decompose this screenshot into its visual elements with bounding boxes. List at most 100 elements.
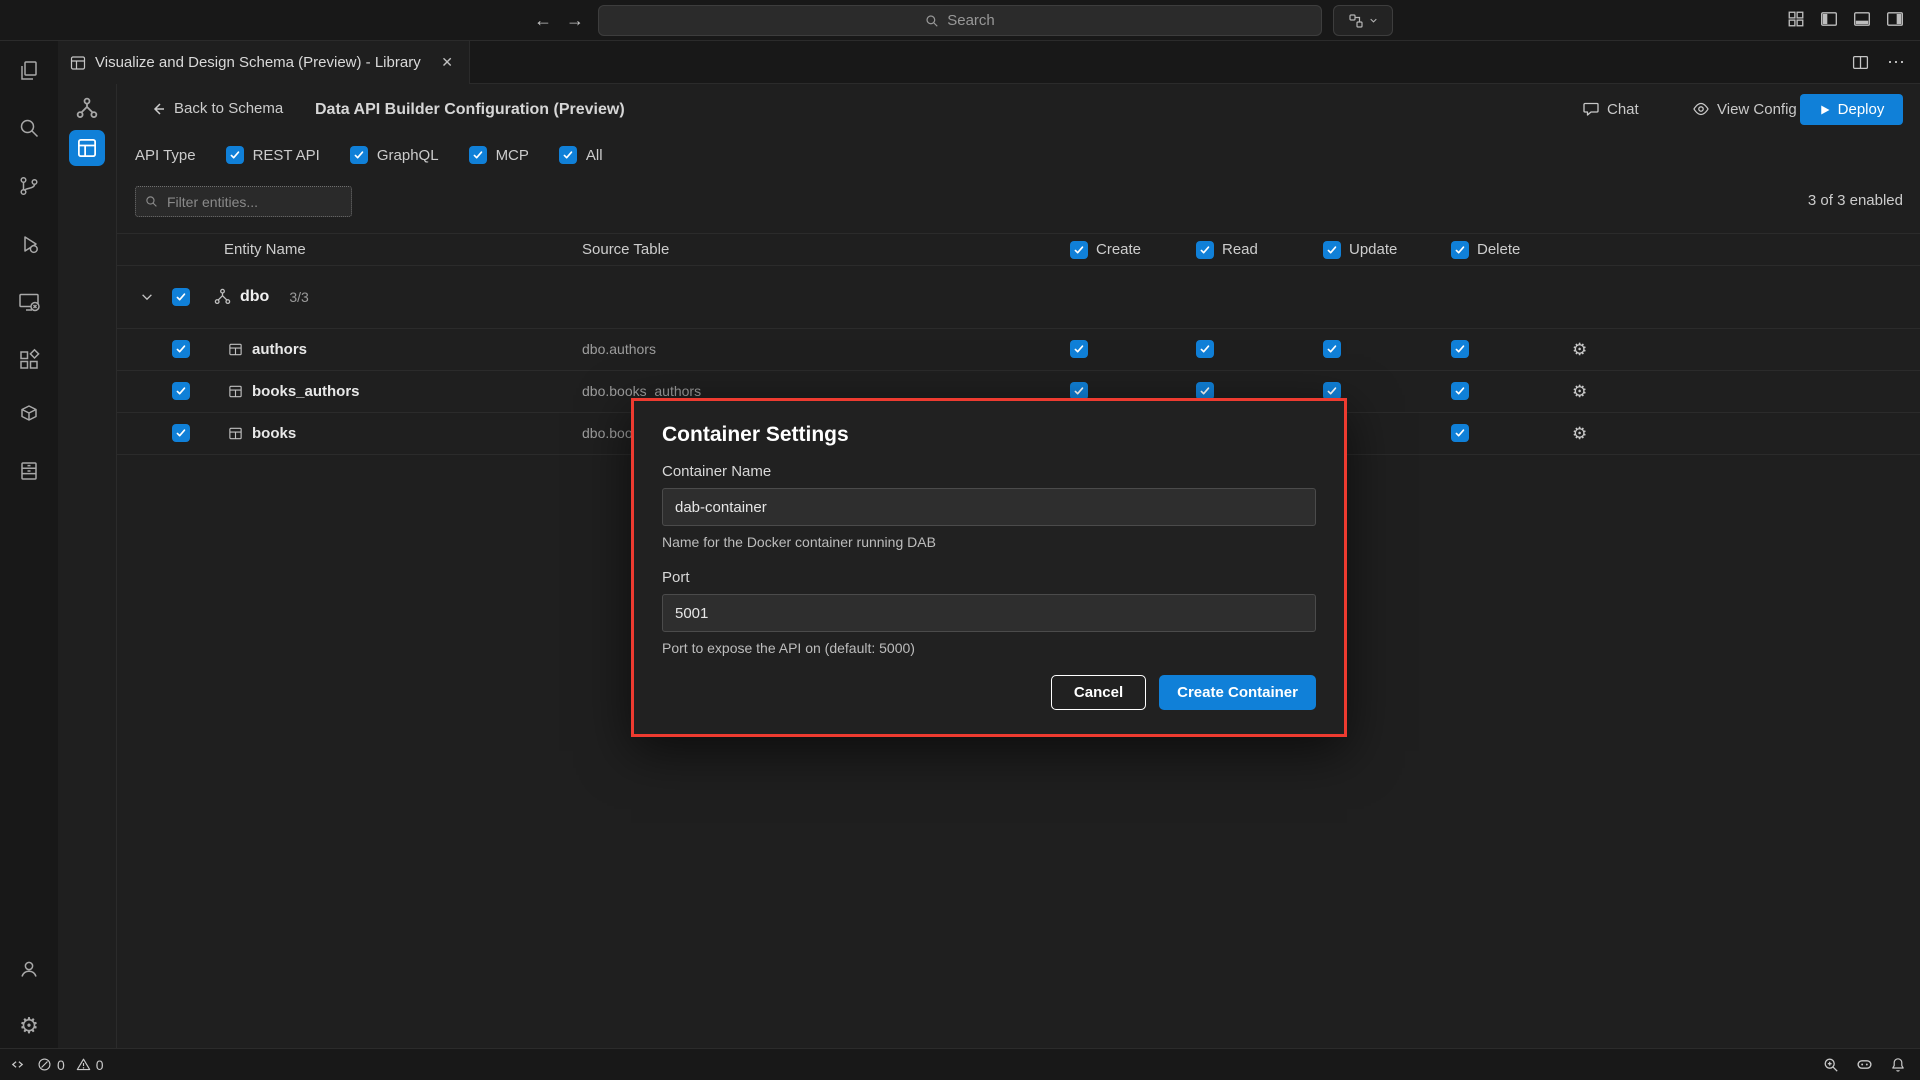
eye-icon <box>1692 100 1710 118</box>
row-settings-gear-icon[interactable]: ⚙ <box>1572 341 1587 358</box>
page-title: Data API Builder Configuration (Preview) <box>315 101 625 119</box>
settings-gear-icon[interactable]: ⚙ <box>16 1013 42 1039</box>
warning-icon <box>76 1057 91 1072</box>
schema-hierarchy-icon <box>214 288 231 305</box>
group-count: 3/3 <box>289 289 308 305</box>
schema-diagram-icon[interactable] <box>76 97 98 119</box>
row-checkbox[interactable] <box>172 382 190 400</box>
graphql-checkbox[interactable] <box>350 146 368 164</box>
table-icon <box>228 342 243 357</box>
toggle-panel-icon[interactable] <box>1853 10 1871 28</box>
cancel-button[interactable]: Cancel <box>1051 675 1146 710</box>
zoom-indicator[interactable] <box>1823 1057 1839 1073</box>
chat-button[interactable]: Chat <box>1582 100 1639 118</box>
tab-close-icon[interactable]: ✕ <box>437 52 457 73</box>
database-cube-icon[interactable] <box>16 402 42 428</box>
row-checkbox[interactable] <box>172 340 190 358</box>
back-to-schema-link[interactable]: Back to Schema <box>150 100 283 117</box>
container-name-help: Name for the Docker container running DA… <box>662 534 1316 550</box>
collapse-chevron-icon[interactable] <box>140 290 154 304</box>
row-checkbox[interactable] <box>172 424 190 442</box>
search-icon <box>145 195 158 208</box>
search-sidebar-icon[interactable] <box>16 115 42 141</box>
table-icon <box>228 426 243 441</box>
delete-checkbox[interactable] <box>1451 340 1469 358</box>
delete-checkbox[interactable] <box>1451 382 1469 400</box>
all-checkbox[interactable] <box>559 146 577 164</box>
entity-name: books <box>252 425 296 442</box>
port-help: Port to expose the API on (default: 5000… <box>662 640 1316 656</box>
all-option[interactable]: All <box>559 146 603 164</box>
group-name: dbo <box>240 288 269 306</box>
schema-group-row[interactable]: dbo 3/3 <box>117 265 1920 329</box>
row-settings-gear-icon[interactable]: ⚙ <box>1572 425 1587 442</box>
notifications-indicator[interactable] <box>1890 1057 1906 1073</box>
read-all-checkbox[interactable] <box>1196 241 1214 259</box>
entity-name-header: Entity Name <box>224 241 306 258</box>
mcp-checkbox[interactable] <box>469 146 487 164</box>
more-actions-icon[interactable]: ⋯ <box>1887 52 1906 73</box>
dialog-actions: Cancel Create Container <box>662 675 1316 710</box>
explorer-icon[interactable] <box>16 58 42 84</box>
all-label: All <box>586 147 603 164</box>
entity-row-authors[interactable]: authors dbo.authors ⚙ <box>117 328 1920 371</box>
designer-mini-sidebar <box>58 84 117 1048</box>
forward-arrow-icon[interactable]: → <box>562 7 588 33</box>
delete-all-checkbox[interactable] <box>1451 241 1469 259</box>
session-dropdown[interactable] <box>1333 5 1393 36</box>
back-arrow-icon <box>150 101 166 117</box>
mcp-option[interactable]: MCP <box>469 146 529 164</box>
entity-config-view-button[interactable] <box>69 130 105 166</box>
group-checkbox[interactable] <box>172 288 190 306</box>
deploy-button[interactable]: Deploy <box>1800 94 1903 125</box>
extensions-icon[interactable] <box>16 347 42 373</box>
filter-entities-input[interactable] <box>165 193 342 211</box>
rest-api-option[interactable]: REST API <box>226 146 320 164</box>
update-all-checkbox[interactable] <box>1323 241 1341 259</box>
api-type-row: API Type REST API GraphQL MCP All <box>135 142 603 168</box>
back-arrow-icon[interactable]: ← <box>530 7 556 33</box>
chat-icon <box>1582 100 1600 118</box>
rest-api-checkbox[interactable] <box>226 146 244 164</box>
schema-designer-tab-icon <box>70 55 86 71</box>
view-config-label: View Config <box>1717 101 1797 118</box>
chevron-down-icon <box>1369 16 1378 25</box>
bell-icon <box>1890 1057 1906 1073</box>
remote-window-icon <box>10 1057 25 1072</box>
run-debug-icon[interactable] <box>16 231 42 257</box>
create-container-button[interactable]: Create Container <box>1159 675 1316 710</box>
entity-source: dbo.authors <box>582 341 656 357</box>
command-center-search[interactable]: Search <box>598 5 1322 36</box>
customize-layout-icon[interactable] <box>1787 10 1805 28</box>
toggle-secondary-sidebar-icon[interactable] <box>1886 10 1904 28</box>
view-config-button[interactable]: View Config <box>1692 100 1797 118</box>
database-projects-icon[interactable] <box>16 458 42 484</box>
create-checkbox[interactable] <box>1070 340 1088 358</box>
remote-indicator[interactable] <box>10 1057 25 1072</box>
update-checkbox[interactable] <box>1323 340 1341 358</box>
create-all-checkbox[interactable] <box>1070 241 1088 259</box>
read-checkbox[interactable] <box>1196 340 1214 358</box>
chat-label: Chat <box>1607 101 1639 118</box>
accounts-icon[interactable] <box>16 956 42 982</box>
problems-indicator[interactable]: 0 0 <box>37 1057 104 1073</box>
copilot-indicator[interactable] <box>1856 1056 1873 1073</box>
warning-count: 0 <box>96 1057 104 1073</box>
source-control-icon[interactable] <box>16 173 42 199</box>
remote-explorer-icon[interactable] <box>16 289 42 315</box>
flow-icon <box>1348 13 1364 29</box>
port-input[interactable] <box>662 594 1316 632</box>
split-editor-icon[interactable] <box>1852 54 1869 71</box>
status-bar: 0 0 <box>0 1048 1920 1080</box>
container-name-input[interactable] <box>662 488 1316 526</box>
row-settings-gear-icon[interactable]: ⚙ <box>1572 383 1587 400</box>
tab-schema-designer[interactable]: Visualize and Design Schema (Preview) - … <box>58 41 470 84</box>
toggle-sidebar-icon[interactable] <box>1820 10 1838 28</box>
port-label: Port <box>662 569 1316 586</box>
enabled-count: 3 of 3 enabled <box>1808 192 1903 209</box>
filter-entities-field[interactable] <box>135 186 352 217</box>
delete-checkbox[interactable] <box>1451 424 1469 442</box>
graphql-option[interactable]: GraphQL <box>350 146 439 164</box>
activity-bar: ⚙ <box>0 41 59 1048</box>
tab-bar: Visualize and Design Schema (Preview) - … <box>58 41 1920 84</box>
